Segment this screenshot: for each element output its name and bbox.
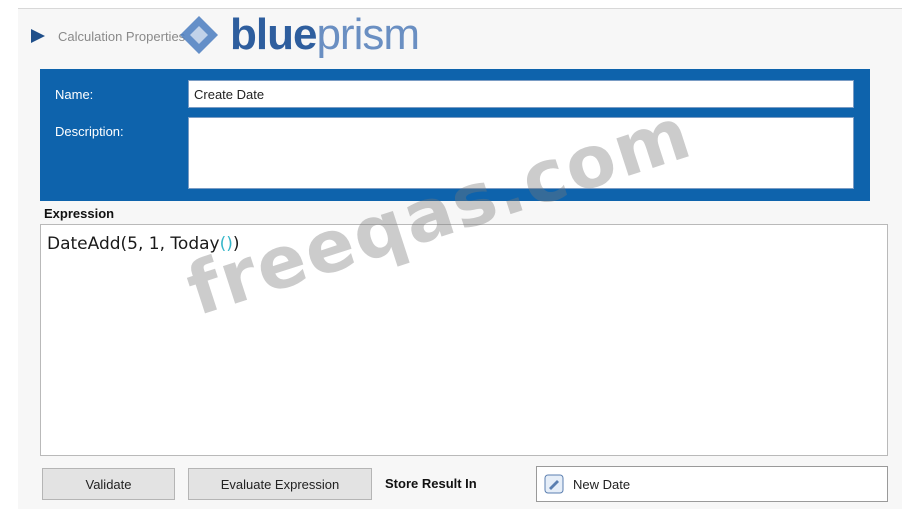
- blueprism-logo-mark-icon: [180, 16, 218, 54]
- dialog-title-row: Calculation Properties: [28, 22, 185, 50]
- logo-text-light: prism: [316, 10, 420, 59]
- name-label: Name:: [55, 87, 94, 102]
- dialog-title: Calculation Properties: [58, 28, 186, 44]
- data-item-icon: [544, 474, 564, 494]
- blueprism-logo-text: blueprism: [230, 10, 420, 59]
- expression-text[interactable]: DateAdd(5, 1, Today()): [47, 234, 240, 254]
- expression-tail: ): [232, 234, 240, 254]
- store-result-field[interactable]: New Date: [536, 466, 888, 502]
- description-label: Description:: [55, 124, 124, 139]
- blueprism-logo: blueprism: [170, 10, 420, 60]
- expression-function: DateAdd(5, 1, Today: [47, 234, 220, 254]
- store-result-label: Store Result In: [385, 476, 477, 491]
- expression-close-paren: ): [226, 234, 233, 254]
- description-field[interactable]: [188, 117, 854, 189]
- expression-label: Expression: [44, 206, 115, 221]
- properties-panel: Name: Create Date Description:: [40, 69, 870, 201]
- logo-text-strong: blue: [230, 10, 317, 59]
- expression-editor[interactable]: DateAdd(5, 1, Today()): [40, 224, 888, 456]
- store-result-value: New Date: [573, 476, 631, 492]
- calculation-stage-icon: [31, 29, 45, 43]
- name-field[interactable]: Create Date: [188, 80, 854, 108]
- evaluate-expression-button[interactable]: Evaluate Expression: [188, 468, 372, 500]
- validate-button[interactable]: Validate: [42, 468, 175, 500]
